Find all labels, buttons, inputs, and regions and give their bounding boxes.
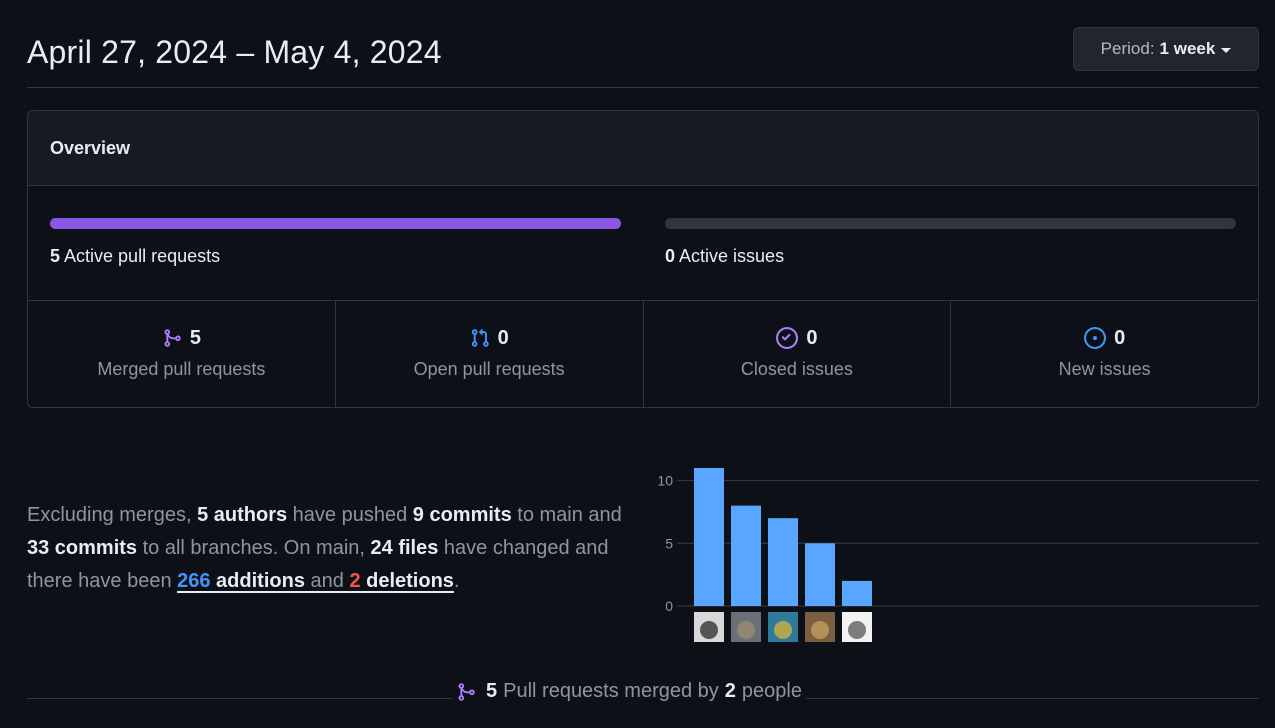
merged-count: 5 bbox=[486, 680, 498, 702]
stat-open-label: Open pull requests bbox=[413, 359, 565, 379]
active-prs-label: Active pull requests bbox=[64, 246, 221, 266]
activity-bars: 5 Active pull requests 0 Active issues bbox=[28, 186, 1258, 301]
summary-commits-main: 9 commits bbox=[412, 504, 512, 526]
merged-text-people: people bbox=[741, 680, 802, 702]
merged-text: Pull requests merged by bbox=[503, 680, 719, 702]
active-prs-bar-fill bbox=[50, 218, 621, 229]
overview-box: Overview 5 Active pull requests 0 Active… bbox=[27, 110, 1259, 408]
issue-closed-icon bbox=[776, 327, 799, 349]
summary-text: and bbox=[304, 570, 350, 592]
y-tick-label: 0 bbox=[665, 598, 673, 614]
summary-text: have pushed bbox=[287, 504, 413, 526]
merged-prs-heading: 5 Pull requests merged by 2 people bbox=[452, 680, 806, 703]
git-pull-request-icon bbox=[471, 328, 489, 347]
bar bbox=[731, 505, 761, 606]
stat-merged-count: 5 bbox=[189, 326, 201, 349]
active-prs-bar bbox=[50, 218, 621, 229]
commits-by-author-chart: 0 5 10 bbox=[657, 468, 1259, 642]
stat-closed-count: 0 bbox=[806, 326, 818, 349]
stat-closed-issues[interactable]: 0 Closed issues bbox=[644, 301, 952, 407]
stat-new-count: 0 bbox=[1114, 326, 1126, 349]
bar bbox=[842, 580, 872, 606]
period-value: 1 week bbox=[1159, 39, 1216, 58]
author-avatar-figure bbox=[811, 621, 829, 639]
commit-summary: Excluding merges, 5 authors have pushed … bbox=[27, 499, 627, 598]
author-avatar-figure bbox=[737, 621, 755, 639]
git-merge-icon bbox=[458, 682, 475, 701]
caret-down-icon bbox=[1221, 47, 1232, 53]
stat-merged-prs[interactable]: 5 Merged pull requests bbox=[28, 301, 336, 407]
author-avatar-figure bbox=[848, 621, 866, 639]
summary-text: to all branches. On main, bbox=[137, 537, 371, 559]
bar bbox=[694, 468, 724, 606]
stat-open-prs[interactable]: 0 Open pull requests bbox=[336, 301, 644, 407]
git-merge-icon bbox=[164, 329, 181, 347]
summary-text: Excluding merges, bbox=[27, 504, 198, 526]
stat-open-count: 0 bbox=[497, 326, 509, 349]
bar bbox=[768, 518, 798, 606]
stat-closed-label: Closed issues bbox=[740, 359, 853, 379]
additions-word: additions bbox=[210, 570, 305, 592]
y-tick-label: 5 bbox=[665, 535, 673, 551]
summary-commits-all: 33 commits bbox=[27, 537, 138, 559]
overview-stats: 5 Merged pull requests 0 Open pull reque… bbox=[28, 301, 1258, 407]
summary-files: 24 files bbox=[370, 537, 439, 559]
overview-title: Overview bbox=[28, 111, 1258, 186]
issue-opened-icon bbox=[1084, 327, 1107, 349]
active-issues-link[interactable]: 0 Active issues bbox=[665, 246, 784, 267]
diff-stats-link[interactable]: 266 additions and 2 deletions bbox=[177, 570, 454, 592]
active-prs-link[interactable]: 5 Active pull requests bbox=[50, 246, 220, 267]
stat-merged-label: Merged pull requests bbox=[97, 359, 266, 379]
merged-people-count: 2 bbox=[724, 680, 736, 702]
summary-text: . bbox=[453, 570, 460, 592]
deletions-count: 2 bbox=[349, 570, 361, 592]
summary-text: to main and bbox=[511, 504, 622, 526]
additions-count: 266 bbox=[177, 570, 211, 592]
pulse-header: April 27, 2024 – May 4, 2024 Period: 1 w… bbox=[27, 26, 1259, 88]
active-prs-count: 5 bbox=[50, 246, 61, 266]
active-issues-count: 0 bbox=[665, 246, 676, 266]
stat-new-label: New issues bbox=[1058, 359, 1151, 379]
period-label: Period: bbox=[1100, 39, 1155, 58]
summary-authors: 5 authors bbox=[197, 504, 288, 526]
author-avatar-figure bbox=[700, 621, 718, 639]
author-avatar-figure bbox=[774, 621, 792, 639]
period-dropdown-button[interactable]: Period: 1 week bbox=[1073, 27, 1259, 71]
y-tick-label: 10 bbox=[657, 473, 673, 489]
page-title: April 27, 2024 – May 4, 2024 bbox=[27, 34, 442, 70]
active-issues-label: Active issues bbox=[679, 246, 785, 266]
bar bbox=[805, 543, 835, 606]
active-issues-bar bbox=[665, 218, 1236, 229]
deletions-word: deletions bbox=[360, 570, 454, 592]
stat-new-issues[interactable]: 0 New issues bbox=[951, 301, 1258, 407]
